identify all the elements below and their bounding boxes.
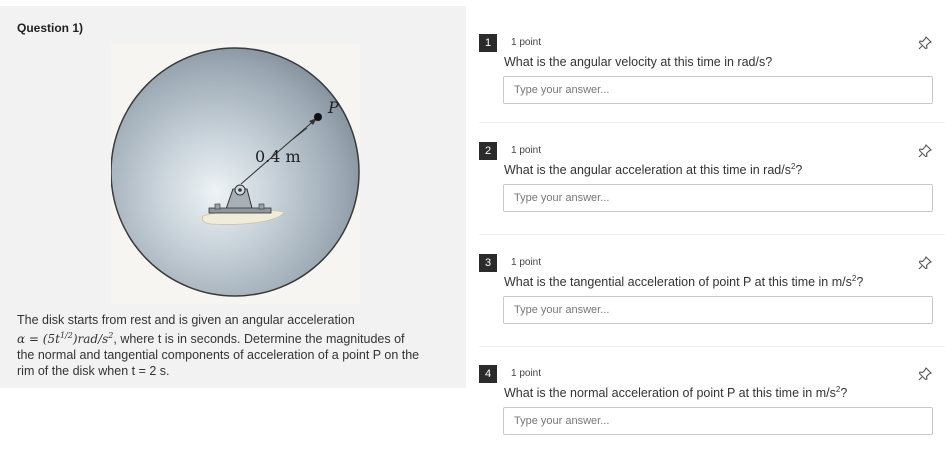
point-p-marker bbox=[314, 113, 322, 121]
question-divider bbox=[479, 346, 945, 347]
question-panel: Question 1) P 0.4 m The disk starts from… bbox=[0, 6, 466, 388]
points-label: 1 point bbox=[511, 368, 542, 379]
disk-figure: P 0.4 m bbox=[111, 44, 360, 304]
pin-icon[interactable] bbox=[917, 255, 933, 271]
question-prompt: What is the angular velocity at this tim… bbox=[504, 55, 773, 69]
problem-line-2: α = (5t1/2)rad/s2, where t is in seconds… bbox=[17, 331, 405, 346]
question-divider bbox=[479, 122, 945, 123]
question-number: 2 bbox=[479, 142, 497, 160]
pin-icon[interactable] bbox=[917, 35, 933, 51]
question-divider bbox=[479, 234, 945, 235]
sub-question-3: 3 1 point What is the tangential acceler… bbox=[479, 254, 945, 364]
problem-line-3: the normal and tangential components of … bbox=[17, 348, 420, 362]
answer-input[interactable] bbox=[503, 407, 933, 435]
point-label: P bbox=[327, 98, 339, 117]
answer-input[interactable] bbox=[503, 296, 933, 324]
sub-question-1: 1 1 point What is the angular velocity a… bbox=[479, 34, 945, 144]
question-prompt: What is the angular acceleration at this… bbox=[504, 161, 803, 177]
formula: α = (5t1/2)rad/s2 bbox=[17, 331, 114, 346]
question-number: 3 bbox=[479, 254, 497, 272]
question-number: 1 bbox=[479, 34, 497, 52]
points-label: 1 point bbox=[511, 257, 542, 268]
points-label: 1 point bbox=[511, 145, 542, 156]
question-prompt: What is the tangential acceleration of p… bbox=[504, 273, 864, 289]
disk-shape bbox=[111, 47, 360, 297]
problem-statement: The disk starts from rest and is given a… bbox=[17, 312, 457, 379]
answer-input[interactable] bbox=[503, 184, 933, 212]
sub-question-2: 2 1 point What is the angular accelerati… bbox=[479, 142, 945, 252]
problem-line-1: The disk starts from rest and is given a… bbox=[17, 313, 355, 327]
question-number: 4 bbox=[479, 365, 497, 383]
points-label: 1 point bbox=[511, 37, 542, 48]
disk-illustration: P 0.4 m bbox=[111, 47, 360, 297]
sub-question-4: 4 1 point What is the normal acceleratio… bbox=[479, 365, 945, 475]
problem-line-4: rim of the disk when t = 2 s. bbox=[17, 364, 170, 378]
radius-label: 0.4 m bbox=[255, 147, 301, 166]
pin-icon[interactable] bbox=[917, 143, 933, 159]
question-title: Question 1) bbox=[17, 21, 84, 35]
question-prompt: What is the normal acceleration of point… bbox=[504, 384, 848, 400]
pin-icon[interactable] bbox=[917, 366, 933, 382]
answer-input[interactable] bbox=[503, 76, 933, 104]
